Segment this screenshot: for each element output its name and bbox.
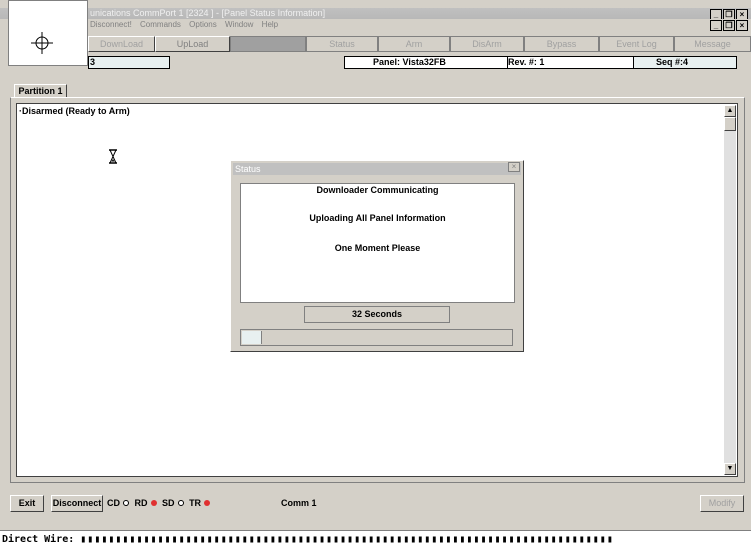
- crosshair-logo: [8, 0, 88, 66]
- dialog-title: Status: [235, 164, 261, 174]
- account-field: 3: [88, 56, 170, 69]
- disconnect-button[interactable]: Disconnect: [51, 495, 103, 512]
- upload-progress-bar: [240, 329, 513, 346]
- progress-fill: [242, 331, 262, 344]
- dialog-line-3: One Moment Please: [334, 243, 421, 253]
- elapsed-seconds: 32 Seconds: [304, 306, 450, 323]
- line-indicators: CD RD SD TR: [107, 495, 213, 512]
- child-minimize-button[interactable]: _: [710, 20, 722, 31]
- menu-help[interactable]: Help: [262, 20, 278, 29]
- tr-indicator-icon: [204, 500, 211, 507]
- sequence-field: Seq #:4: [634, 56, 737, 69]
- scroll-down-icon[interactable]: ▼: [724, 463, 736, 475]
- tab-partition-1[interactable]: Partition 1: [14, 84, 67, 98]
- status-bar: Exit Disconnect CD RD SD TR Comm 1 Modif…: [0, 495, 751, 513]
- exit-button[interactable]: Exit: [10, 495, 44, 512]
- modify-button[interactable]: Modify: [700, 495, 744, 512]
- bypass-button[interactable]: Bypass: [524, 36, 599, 52]
- child-maximize-button[interactable]: ❐: [723, 20, 735, 31]
- revision-field: Rev. #: 1: [508, 56, 634, 69]
- event-log-button[interactable]: Event Log: [599, 36, 674, 52]
- sd-label: SD: [162, 498, 175, 508]
- child-close-button[interactable]: ×: [736, 20, 748, 31]
- download-button[interactable]: DownLoad: [88, 36, 155, 52]
- sd-indicator-icon: [177, 500, 184, 507]
- panel-type-field: Panel: Vista32FB: [344, 56, 508, 69]
- dialog-title-bar: Status: [233, 163, 521, 175]
- upload-button[interactable]: UpLoad: [155, 36, 230, 52]
- cd-indicator-icon: [123, 500, 129, 507]
- arm-button[interactable]: Arm: [378, 36, 450, 52]
- connection-type-label: Direct Wire:: [2, 534, 75, 545]
- hourglass-icon: [109, 149, 117, 164]
- cd-label: CD: [107, 498, 120, 508]
- scroll-thumb[interactable]: [724, 117, 736, 131]
- menu-options[interactable]: Options: [189, 20, 217, 29]
- connection-status-line: Direct Wire: ▮▮▮▮▮▮▮▮▮▮▮▮▮▮▮▮▮▮▮▮▮▮▮▮▮▮▮…: [0, 530, 751, 550]
- partition-status-text: ·Disarmed (Ready to Arm): [19, 106, 130, 116]
- message-button[interactable]: Message: [674, 36, 751, 52]
- scroll-up-icon[interactable]: ▲: [724, 105, 736, 117]
- menu-window[interactable]: Window: [225, 20, 253, 29]
- crosshair-icon: [31, 32, 53, 54]
- disarm-button[interactable]: DisArm: [450, 36, 524, 52]
- blank-button[interactable]: [230, 36, 306, 52]
- menu-bar: Disconnect! Commands Options Window Help…: [0, 19, 751, 31]
- rd-indicator-icon: [150, 500, 157, 507]
- dialog-line-1: Downloader Communicating: [316, 185, 439, 195]
- activity-bars: ▮▮▮▮▮▮▮▮▮▮▮▮▮▮▮▮▮▮▮▮▮▮▮▮▮▮▮▮▮▮▮▮▮▮▮▮▮▮▮▮…: [80, 534, 614, 545]
- panel-info-row: 3 Panel: Vista32FB Rev. #: 1 Seq #:4: [88, 56, 751, 69]
- title-bar: unications CommPort 1 [2324 ] - [Panel S…: [0, 8, 751, 20]
- tr-label: TR: [189, 498, 202, 508]
- rd-label: RD: [134, 498, 148, 508]
- menu-commands[interactable]: Commands: [140, 20, 181, 29]
- status-button[interactable]: Status: [306, 36, 378, 52]
- toolbar: DownLoad UpLoad Status Arm DisArm Bypass…: [88, 36, 751, 52]
- dialog-close-icon[interactable]: ×: [508, 162, 520, 172]
- vertical-scrollbar[interactable]: ▲ ▼: [724, 105, 736, 475]
- dialog-message-box: Downloader Communicating Uploading All P…: [240, 183, 515, 303]
- menu-disconnect[interactable]: Disconnect!: [90, 20, 132, 29]
- dialog-line-2: Uploading All Panel Information: [309, 213, 446, 223]
- window-title: unications CommPort 1 [2324 ] - [Panel S…: [90, 8, 326, 18]
- comm-port-label: Comm 1: [281, 498, 317, 508]
- status-dialog: Status × Downloader Communicating Upload…: [230, 160, 524, 352]
